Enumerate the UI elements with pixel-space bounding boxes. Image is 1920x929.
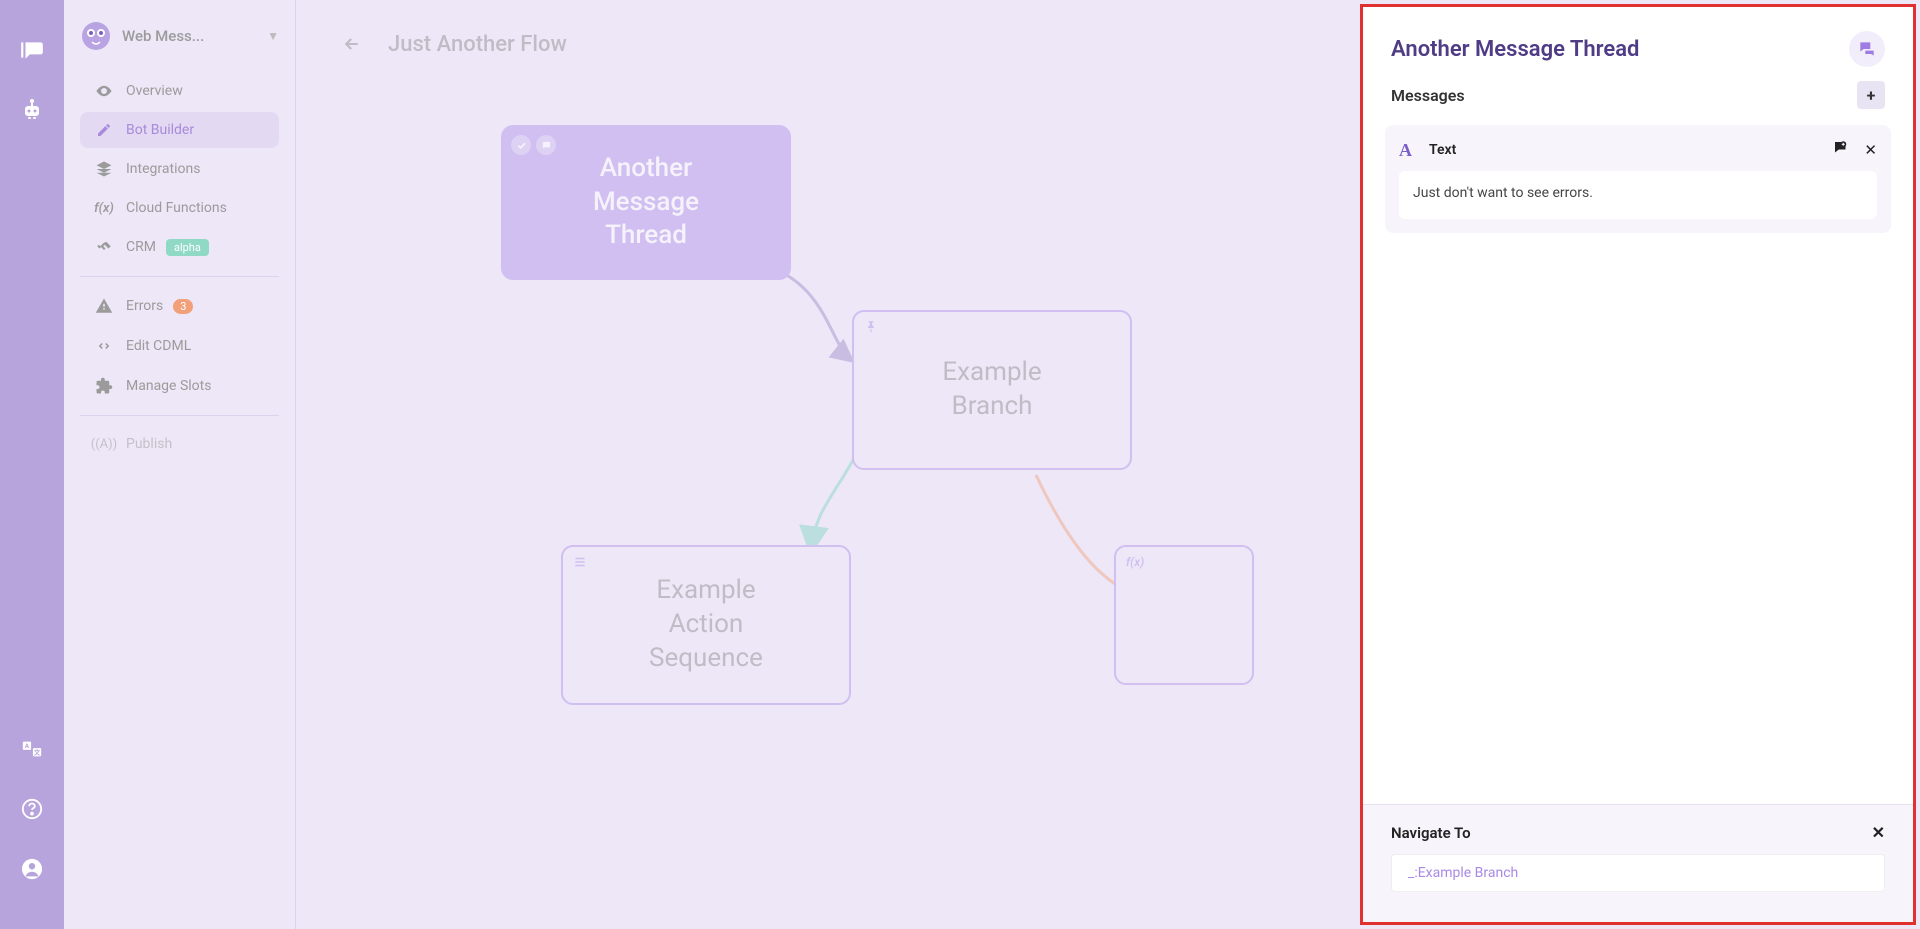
nav-label: Edit CDML	[126, 338, 191, 354]
nav-errors[interactable]: Errors 3	[80, 287, 279, 325]
chat-bubble-icon	[536, 135, 556, 155]
node-message-thread[interactable]: Another Message Thread	[501, 125, 791, 280]
user-icon[interactable]	[12, 849, 52, 889]
check-icon	[511, 135, 531, 155]
message-card-header: A Text ✕	[1399, 139, 1877, 161]
nav-label: Integrations	[126, 161, 200, 177]
inspector-panel: Another Message Thread Messages + A Text…	[1360, 4, 1916, 925]
fx-icon: f(x)	[92, 201, 116, 216]
node-branch[interactable]: Example Branch	[852, 310, 1132, 470]
handshake-icon	[92, 238, 116, 256]
chat-preview-button[interactable]	[1849, 31, 1885, 67]
svg-text:文: 文	[34, 748, 41, 757]
pencil-icon	[92, 122, 116, 138]
nav-primary: Overview Bot Builder Integrations f(x) C…	[64, 72, 295, 266]
svg-text:A: A	[25, 742, 30, 750]
nav-tools: Errors 3 Edit CDML Manage Slots	[64, 287, 295, 405]
error-count-badge: 3	[173, 299, 193, 314]
nav-label: Manage Slots	[126, 378, 211, 394]
code-icon	[92, 337, 116, 355]
workspace-selector[interactable]: Web Mess... ▼	[64, 20, 295, 72]
back-button[interactable]	[336, 28, 368, 60]
nav-crm[interactable]: CRM alpha	[80, 228, 279, 266]
delete-message-button[interactable]: ✕	[1864, 141, 1877, 159]
nav-label: Errors	[126, 298, 163, 314]
broadcast-icon: ((A))	[92, 437, 116, 452]
navigate-to-select[interactable]: _:Example Branch	[1391, 854, 1885, 892]
workspace-name: Web Mess...	[122, 27, 267, 45]
message-type-label: Text	[1429, 142, 1818, 158]
chat-icon[interactable]	[12, 30, 52, 70]
icon-rail: A文	[0, 0, 64, 929]
help-icon[interactable]	[12, 789, 52, 829]
flow-title: Just Another Flow	[388, 32, 567, 57]
nav-label: CRM	[126, 239, 156, 255]
pin-icon	[864, 320, 878, 340]
owl-logo-icon	[80, 20, 112, 52]
node-partial[interactable]: f(x)	[1114, 545, 1254, 685]
nav-integrations[interactable]: Integrations	[80, 150, 279, 188]
add-variant-button[interactable]	[1832, 139, 1850, 161]
messages-label: Messages	[1391, 86, 1857, 105]
panel-header: Another Message Thread	[1363, 7, 1913, 75]
add-message-button[interactable]: +	[1857, 81, 1885, 109]
nav-label: Overview	[126, 83, 183, 99]
node-sequence[interactable]: Example Action Sequence	[561, 545, 851, 705]
nav-edit-cdml[interactable]: Edit CDML	[80, 327, 279, 365]
nav-publish[interactable]: ((A)) Publish	[80, 426, 279, 462]
sidebar: Web Mess... ▼ Overview Bot Builder Integ…	[64, 0, 296, 929]
node-label: Example Branch	[942, 356, 1041, 424]
nav-publish-group: ((A)) Publish	[64, 426, 295, 462]
nav-overview[interactable]: Overview	[80, 72, 279, 110]
navigate-to-section: Navigate To ✕ _:Example Branch	[1363, 804, 1913, 922]
layers-icon	[92, 160, 116, 178]
navigate-to-label: Navigate To	[1391, 824, 1872, 842]
messages-section-header: Messages +	[1363, 75, 1913, 115]
alpha-badge: alpha	[166, 239, 209, 256]
eye-icon	[92, 82, 116, 100]
navigate-to-value: _:Example Branch	[1408, 865, 1518, 881]
translate-icon[interactable]: A文	[12, 729, 52, 769]
nav-manage-slots[interactable]: Manage Slots	[80, 367, 279, 405]
clear-navigate-button[interactable]: ✕	[1872, 823, 1885, 842]
node-label: Another Message Thread	[593, 152, 699, 253]
divider	[80, 415, 279, 416]
panel-title: Another Message Thread	[1391, 37, 1849, 62]
message-text-input[interactable]: Just don't want to see errors.	[1399, 171, 1877, 219]
node-label: Example Action Sequence	[649, 574, 763, 675]
bot-icon[interactable]	[12, 90, 52, 130]
list-icon	[573, 555, 587, 575]
nav-cloud-functions[interactable]: f(x) Cloud Functions	[80, 190, 279, 226]
chevron-down-icon: ▼	[267, 29, 279, 43]
puzzle-icon	[92, 377, 116, 395]
nav-label: Publish	[126, 436, 172, 452]
fx-icon: f(x)	[1126, 555, 1144, 571]
divider	[80, 276, 279, 277]
nav-label: Bot Builder	[126, 122, 194, 138]
warning-icon	[92, 297, 116, 315]
nav-label: Cloud Functions	[126, 200, 227, 216]
nav-bot-builder[interactable]: Bot Builder	[80, 112, 279, 148]
text-type-icon: A	[1399, 140, 1423, 161]
message-card[interactable]: A Text ✕ Just don't want to see errors.	[1385, 125, 1891, 233]
